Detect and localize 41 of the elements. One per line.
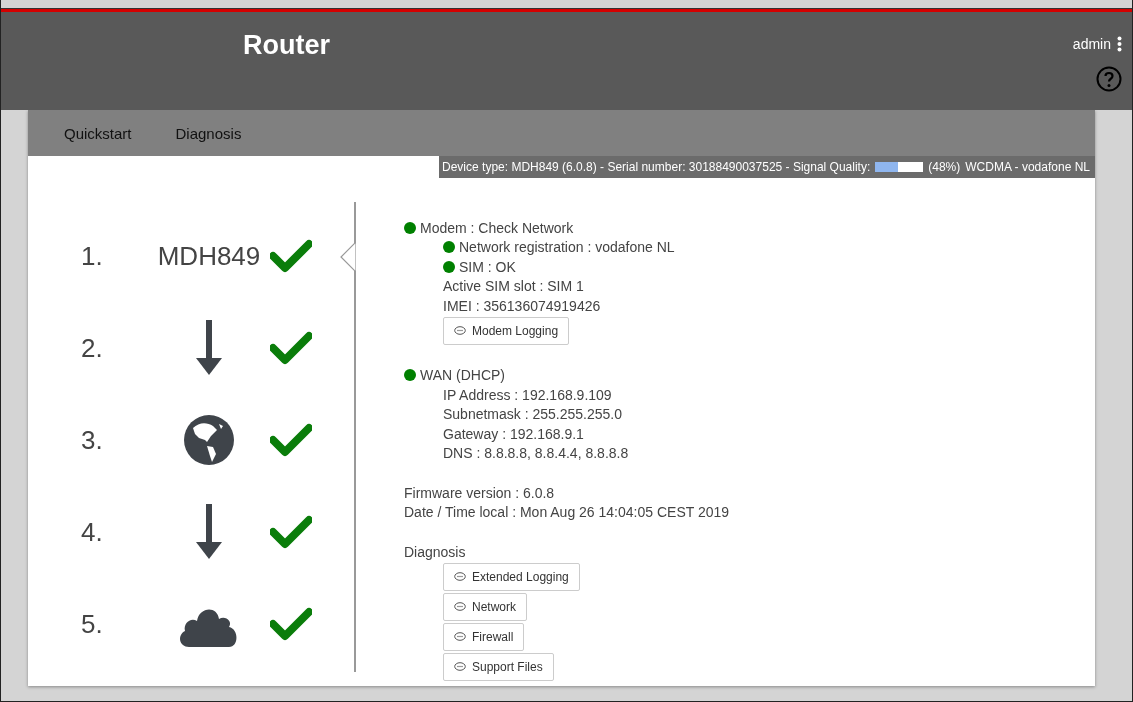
- network-info: WCDMA - vodafone NL: [965, 160, 1090, 174]
- info-text: DNS : 8.8.8.8, 8.8.4.4, 8.8.8.8: [443, 445, 629, 462]
- info-text: Firmware version : 6.0.8: [404, 484, 555, 501]
- info-text: Active SIM slot : SIM 1: [443, 278, 584, 295]
- down-arrow-icon: [195, 504, 223, 560]
- step-number: 2.: [80, 332, 104, 364]
- status-text: Modem : Check Network: [420, 219, 574, 236]
- step-number: 5.: [80, 608, 104, 640]
- info-text: IP Address : 192.168.9.109: [443, 386, 612, 403]
- speech-bubble-icon: [454, 631, 466, 642]
- speech-bubble-icon: [454, 571, 466, 582]
- down-arrow-icon: [195, 320, 223, 376]
- info-text: Gateway : 192.168.9.1: [443, 425, 584, 442]
- step-number: 1.: [80, 240, 104, 272]
- nav-tab[interactable]: Quickstart: [64, 124, 132, 142]
- app-title: Router: [243, 30, 330, 62]
- logging-button[interactable]: Firewall: [443, 622, 525, 651]
- signal-reading: (48%): [928, 160, 961, 174]
- logging-button[interactable]: Modem Logging: [443, 316, 570, 345]
- logging-button[interactable]: Network: [443, 592, 527, 621]
- info-text: IMEI : 356136074919426: [443, 297, 601, 314]
- status-text: Network registration : vodafone NL: [459, 239, 675, 256]
- logging-button[interactable]: Support Files: [443, 652, 554, 681]
- help-icon[interactable]: [1096, 66, 1122, 92]
- info-text: Date / Time local : Mon Aug 26 14:04:05 CEST 2019: [404, 504, 730, 521]
- step-number: 4.: [80, 516, 104, 548]
- device-info: Device type: MDH849 (6.0.8) - Serial number: 30188490037525 - Signal Quality:: [442, 160, 871, 174]
- logging-button[interactable]: Extended Logging: [443, 562, 580, 591]
- nav-tab[interactable]: Diagnosis: [175, 124, 242, 142]
- speech-bubble-icon: [454, 325, 466, 336]
- status-text: WAN (DHCP): [420, 367, 506, 384]
- status-text: SIM : OK: [459, 258, 516, 275]
- speech-bubble-icon: [454, 601, 466, 612]
- info-text: Diagnosis: [404, 543, 466, 560]
- kebab-menu-icon[interactable]: [1117, 36, 1122, 52]
- globe-icon: [183, 414, 235, 466]
- info-text: Subnetmask : 255.255.255.0: [443, 406, 623, 423]
- user-name[interactable]: admin: [1072, 36, 1111, 52]
- step-number: 3.: [80, 424, 104, 456]
- speech-bubble-icon: [454, 661, 466, 672]
- device-name: MDH849: [157, 240, 261, 272]
